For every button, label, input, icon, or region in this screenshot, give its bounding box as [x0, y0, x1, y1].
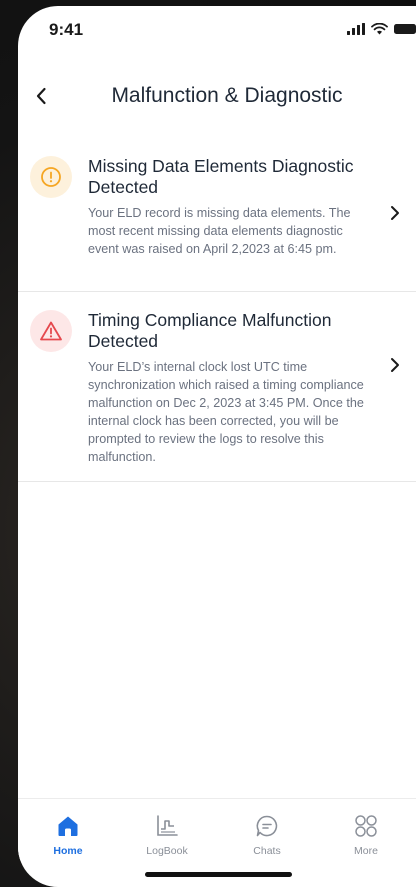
nav-item-logbook[interactable]: LogBook [132, 813, 202, 857]
chevron-right-icon[interactable] [388, 356, 402, 374]
chevron-right-icon[interactable] [388, 204, 402, 222]
nav-label: More [354, 845, 378, 857]
battery-icon [394, 24, 416, 34]
alert-item-timing-compliance[interactable]: Timing Compliance Malfunction Detected Y… [18, 292, 416, 482]
nav-label: Home [53, 845, 83, 857]
alert-title: Missing Data Elements Diagnostic Detecte… [88, 156, 354, 197]
app-screen: 9:41 Malfunction & Diagnostic Missing Da… [18, 6, 416, 887]
wifi-icon [371, 23, 388, 35]
grid-icon [355, 815, 377, 837]
alert-description: Your ELD record is missing data elements… [88, 206, 351, 256]
nav-item-chats[interactable]: Chats [232, 813, 302, 857]
alert-title: Timing Compliance Malfunction Detected [88, 310, 332, 351]
bottom-navigation: Home LogBook Chats More [18, 798, 416, 861]
home-indicator [145, 872, 292, 877]
nav-item-home[interactable]: Home [33, 813, 103, 857]
nav-label: Chats [253, 845, 281, 857]
status-icons [347, 23, 416, 35]
alert-item-missing-data[interactable]: Missing Data Elements Diagnostic Detecte… [18, 138, 416, 292]
nav-label: LogBook [146, 845, 188, 857]
alert-icon-container [30, 310, 72, 352]
home-icon [58, 816, 78, 836]
warning-circle-icon [41, 167, 61, 187]
phone-device: 9:41 Malfunction & Diagnostic Missing Da… [0, 0, 416, 887]
header: Malfunction & Diagnostic [18, 72, 416, 120]
alert-list: Missing Data Elements Diagnostic Detecte… [18, 138, 416, 482]
logbook-icon [157, 815, 178, 836]
warning-triangle-icon [40, 321, 62, 341]
chat-icon [256, 815, 278, 837]
nav-item-more[interactable]: More [331, 813, 401, 857]
signal-icon [347, 23, 365, 35]
alert-icon-container [30, 156, 72, 198]
status-time: 9:41 [49, 20, 84, 39]
page-title: Malfunction & Diagnostic [111, 84, 343, 107]
alert-description: Your ELD’s internal clock lost UTC time … [88, 360, 364, 464]
status-bar: 9:41 [18, 6, 416, 56]
